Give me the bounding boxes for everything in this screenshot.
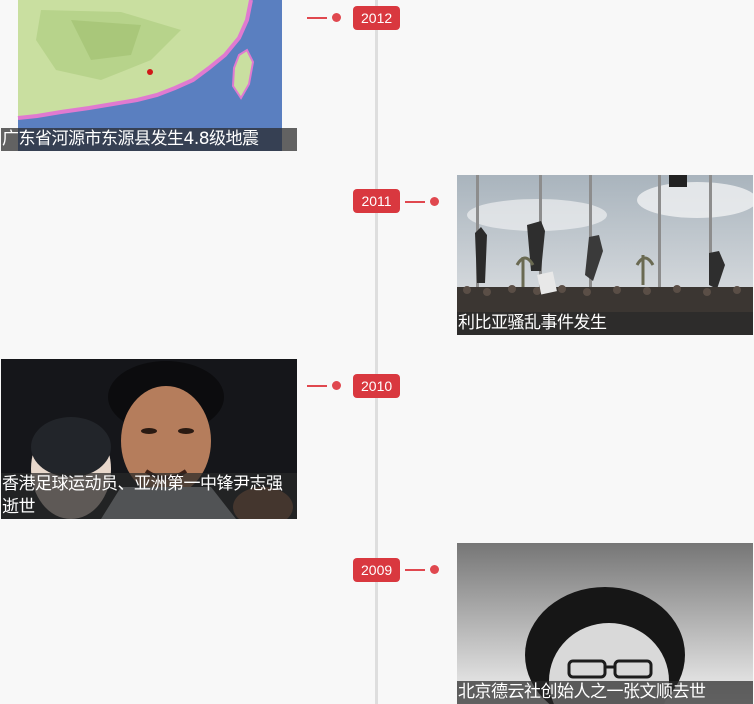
connector-2009 bbox=[405, 569, 425, 571]
timeline-dot-2009 bbox=[430, 565, 439, 574]
year-badge-2010: 2010 bbox=[353, 374, 400, 398]
year-badge-2011: 2011 bbox=[353, 189, 400, 213]
event-caption-2010: 香港足球运动员、亚洲第一中锋尹志强逝世 bbox=[1, 473, 297, 519]
timeline-axis bbox=[375, 0, 378, 704]
protest-crowd-photo bbox=[457, 175, 753, 335]
year-badge-2009: 2009 bbox=[353, 558, 400, 582]
timeline: 广东省河源市东源县发生4.8级地震 2012 2011 利比亚骚乱事件发生 香港… bbox=[0, 0, 754, 704]
event-card-2011[interactable]: 利比亚骚乱事件发生 bbox=[457, 175, 753, 335]
event-caption-2011: 利比亚骚乱事件发生 bbox=[457, 312, 753, 335]
timeline-dot-2012 bbox=[332, 13, 341, 22]
event-card-2009[interactable]: 北京德云社创始人之一张文顺去世 bbox=[457, 543, 753, 704]
year-badge-2012: 2012 bbox=[353, 6, 400, 30]
bw-portrait-photo bbox=[457, 543, 753, 704]
event-card-2010[interactable]: 香港足球运动员、亚洲第一中锋尹志强逝世 bbox=[1, 359, 297, 519]
event-caption-2009: 北京德云社创始人之一张文顺去世 bbox=[457, 681, 753, 704]
timeline-dot-2011 bbox=[430, 197, 439, 206]
connector-2011 bbox=[405, 201, 425, 203]
timeline-dot-2010 bbox=[332, 381, 341, 390]
event-caption-2012: 广东省河源市东源县发生4.8级地震 bbox=[1, 128, 297, 151]
connector-2010 bbox=[307, 385, 327, 387]
event-card-2012[interactable]: 广东省河源市东源县发生4.8级地震 bbox=[1, 0, 297, 151]
connector-2012 bbox=[307, 17, 327, 19]
